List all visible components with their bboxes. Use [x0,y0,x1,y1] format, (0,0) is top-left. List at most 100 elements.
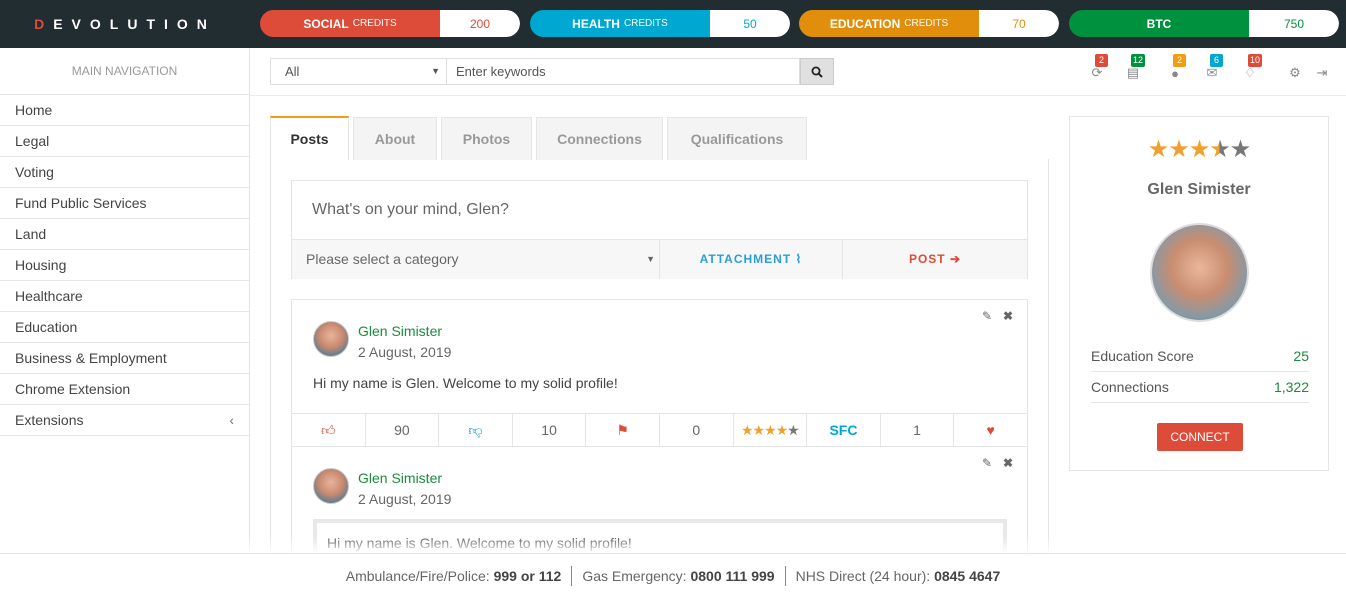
refresh-badge: 2 [1095,54,1108,67]
health-credits-sub: CREDITS [623,18,668,29]
envelope-badge: 6 [1210,54,1223,67]
post-date: 2 August, 2019 [358,344,452,360]
nav-item-home[interactable]: Home [0,95,249,126]
avatar[interactable] [313,321,349,357]
btc-credits-value: 750 [1249,10,1339,37]
caret-down-icon: ▼ [431,66,440,76]
education-credits-sub: CREDITS [904,18,949,29]
sfc-label[interactable]: SFC [807,414,881,446]
category-select[interactable]: Please select a category ▼ [292,240,660,279]
nav-item-housing[interactable]: Housing [0,250,249,281]
thumbs-down-icon[interactable]: 👎︎ [439,414,513,446]
health-credits-value: 50 [710,10,790,37]
nav-item-land[interactable]: Land [0,219,249,250]
heart-icon[interactable]: ♥ [954,414,1027,446]
nav-item-legal[interactable]: Legal [0,126,249,157]
scroll-fade [0,536,1346,553]
health-credits-pill[interactable]: HEALTH CREDITS 50 [530,10,790,37]
search-icon [811,66,823,78]
btc-credits-pill[interactable]: BTC 750 [1069,10,1339,37]
bell-badge: 10 [1248,54,1263,67]
post-date: 2 August, 2019 [358,491,452,507]
post-label: POST [908,252,946,266]
tab-qualifications[interactable]: Qualifications [667,117,807,160]
post-composer: What's on your mind, Glen? Please select… [291,180,1028,279]
like-count: 90 [366,414,440,446]
thumbs-up-icon[interactable]: 👍︎ [292,414,366,446]
footer-label: Gas Emergency: [582,568,687,584]
footer-label: NHS Direct (24 hour): [795,568,931,584]
tab-photos[interactable]: Photos [441,117,532,160]
connect-button[interactable]: CONNECT [1157,423,1243,451]
caret-down-icon: ▼ [646,254,655,264]
stat-label: Education Score [1091,348,1194,364]
bell-icon[interactable]: ♢ 10 [1240,54,1263,82]
tab-about[interactable]: About [353,117,437,160]
attachment-button[interactable]: ATTACHMENT ⌇ [660,240,843,279]
nav-item-label: Voting [15,164,54,180]
stat-value: 25 [1293,348,1309,364]
search-bar-row: All ▼ Enter keywords ⟳ 2 ▤ 12 ● 2 ✉ 6 ♢ 10 ⚙ ⇥ [250,48,1346,96]
search-category-select[interactable]: All ▼ [270,58,447,85]
social-credits-value: 200 [440,10,520,37]
post-rating-stars[interactable]: ★★★★★ [734,414,808,446]
brand-rest: EVOLUTION [53,16,216,32]
composer-input[interactable]: What's on your mind, Glen? [292,181,1027,240]
footer-label: Ambulance/Fire/Police: [345,568,490,584]
post-button[interactable]: POST ➔ [843,240,1027,279]
nav-item-extensions[interactable]: Extensions ‹ [0,405,249,436]
post-author[interactable]: Glen Simister [358,323,442,339]
pencil-icon[interactable]: ✎ [982,456,992,470]
social-credits-pill[interactable]: SOCIAL CREDITS 200 [260,10,520,37]
nav-item-label: Business & Employment [15,350,167,366]
envelope-icon[interactable]: ✉ 6 [1202,54,1223,82]
star-half-icon: ★ [1209,136,1230,163]
tab-connections[interactable]: Connections [536,117,663,160]
nav-item-label: Land [15,226,47,242]
search-button[interactable] [800,58,834,85]
search-category-value: All [285,64,300,79]
profile-name: Glen Simister [1147,181,1251,198]
newspaper-badge: 12 [1131,54,1146,67]
chevron-left-icon: ‹ [229,412,234,428]
paperclip-icon: ⌇ [795,252,803,266]
attachment-label: ATTACHMENT [699,252,792,266]
sfc-count: 1 [881,414,955,446]
nav-item-label: Healthcare [15,288,83,304]
profile-avatar [1150,223,1249,322]
nav-item-voting[interactable]: Voting [0,157,249,188]
post-author[interactable]: Glen Simister [358,470,442,486]
close-icon[interactable]: ✖ [1003,309,1013,323]
star-icon: ★★★★ [740,422,788,438]
nav-item-fund-public-services[interactable]: Fund Public Services [0,188,249,219]
emergency-footer: Ambulance/Fire/Police: 999 or 112 Gas Em… [0,553,1346,598]
close-icon[interactable]: ✖ [1003,456,1013,470]
main-navigation: MAIN NAVIGATION Home Legal Voting Fund P… [0,48,250,553]
pencil-icon[interactable]: ✎ [982,309,992,323]
connections-row: Connections 1,322 [1091,372,1309,403]
user-icon[interactable]: ● 2 [1165,54,1186,82]
stat-value[interactable]: 1,322 [1274,372,1309,402]
nav-item-healthcare[interactable]: Healthcare [0,281,249,312]
brand-logo[interactable]: DEVOLUTION [0,0,250,48]
nav-item-education[interactable]: Education [0,312,249,343]
gears-icon[interactable]: ⚙ [1285,64,1305,82]
arrow-circle-right-icon: ➔ [949,252,962,266]
footer-gas: Gas Emergency: 0800 111 999 [572,566,786,586]
education-score-row: Education Score 25 [1091,341,1309,372]
avatar[interactable] [313,468,349,504]
tab-posts[interactable]: Posts [270,116,349,160]
stat-label: Connections [1091,379,1169,395]
nav-item-label: Education [15,319,78,335]
newspaper-icon[interactable]: ▤ 12 [1123,54,1146,82]
sign-out-icon[interactable]: ⇥ [1312,64,1332,82]
nav-item-business-employment[interactable]: Business & Employment [0,343,249,374]
top-bar: DEVOLUTION SOCIAL CREDITS 200 HEALTH CREDI… [0,0,1346,48]
search-input[interactable]: Enter keywords [447,58,800,85]
education-credits-pill[interactable]: EDUCATION CREDITS 70 [799,10,1059,37]
flag-count: 0 [660,414,734,446]
refresh-icon[interactable]: ⟳ 2 [1087,54,1108,82]
brand-first-letter: D [34,16,54,32]
nav-item-chrome-extension[interactable]: Chrome Extension [0,374,249,405]
flag-icon[interactable]: ⚑ [586,414,660,446]
